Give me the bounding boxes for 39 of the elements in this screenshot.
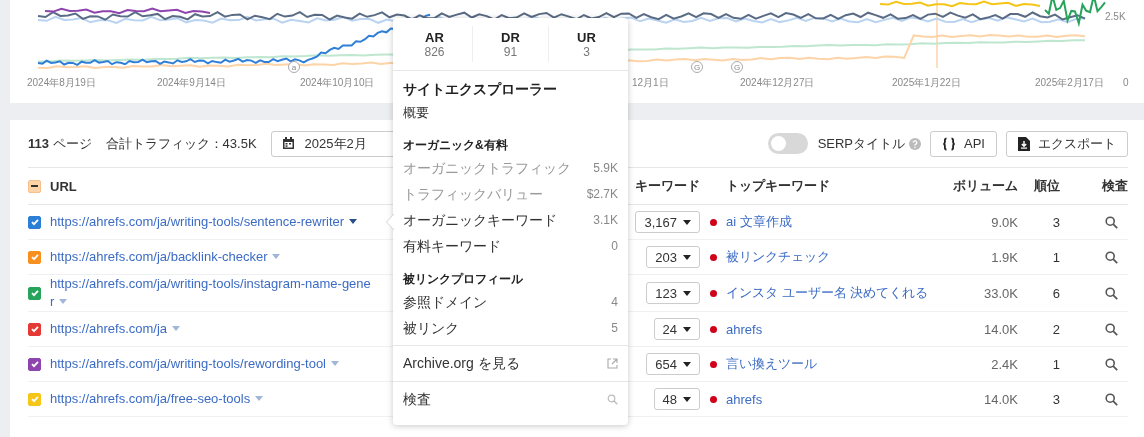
position-cell: 1 (1052, 356, 1060, 372)
menu-item-value: 0 (611, 238, 618, 255)
volume-cell: 33.0K (984, 285, 1018, 301)
menu-item-value: $2.7K (586, 186, 618, 203)
volume-cell: 1.9K (991, 249, 1018, 265)
axis-label: 2024年12月27日 (740, 77, 815, 88)
metric-label: UR (577, 29, 596, 45)
serp-title-label: SERPタイトル (817, 134, 906, 153)
position-cell: 3 (1052, 391, 1060, 407)
pages-count: 113 ページ (28, 134, 92, 153)
menu-item-value: 3.1K (593, 212, 618, 229)
axis-label: 0 (1123, 77, 1129, 88)
axis-label: 2024年9月14日 (157, 77, 226, 88)
axis-label: 2024年8月19日 (27, 77, 96, 88)
position-cell: 6 (1052, 285, 1060, 301)
axis-label: 2024年10月10日 (300, 77, 375, 88)
volume-cell: 14.0K (984, 321, 1018, 337)
axis-label: 2.5K (1105, 11, 1126, 22)
metric-label: AR (425, 29, 444, 45)
column-header: 検査 (1102, 177, 1128, 195)
volume-cell: 9.0K (991, 214, 1018, 230)
axis-label: 2025年2月17日 (1035, 77, 1104, 88)
position-cell: 3 (1052, 214, 1060, 230)
menu-item-value: 5.9K (593, 160, 618, 177)
metric-value: 3 (583, 44, 590, 59)
metric-value: 826 (424, 44, 445, 59)
axis-label: 2025年1月22日 (892, 77, 961, 88)
volume-cell: 14.0K (984, 391, 1018, 407)
axis-label: 12月1日 (632, 77, 669, 88)
position-cell: 1 (1052, 249, 1060, 265)
metric-value: 91 (503, 44, 518, 59)
menu-title: サイトエクスプローラー (403, 80, 558, 99)
metric-label: DR (501, 29, 520, 45)
volume-cell: 2.4K (991, 356, 1018, 372)
menu-item-value: 4 (611, 294, 618, 311)
position-cell: 2 (1052, 321, 1060, 337)
section-heading: 被リンクプロフィール (403, 271, 524, 288)
menu-item-value: 5 (611, 320, 618, 337)
total-traffic: 合計トラフィック：43.5K (105, 134, 257, 153)
